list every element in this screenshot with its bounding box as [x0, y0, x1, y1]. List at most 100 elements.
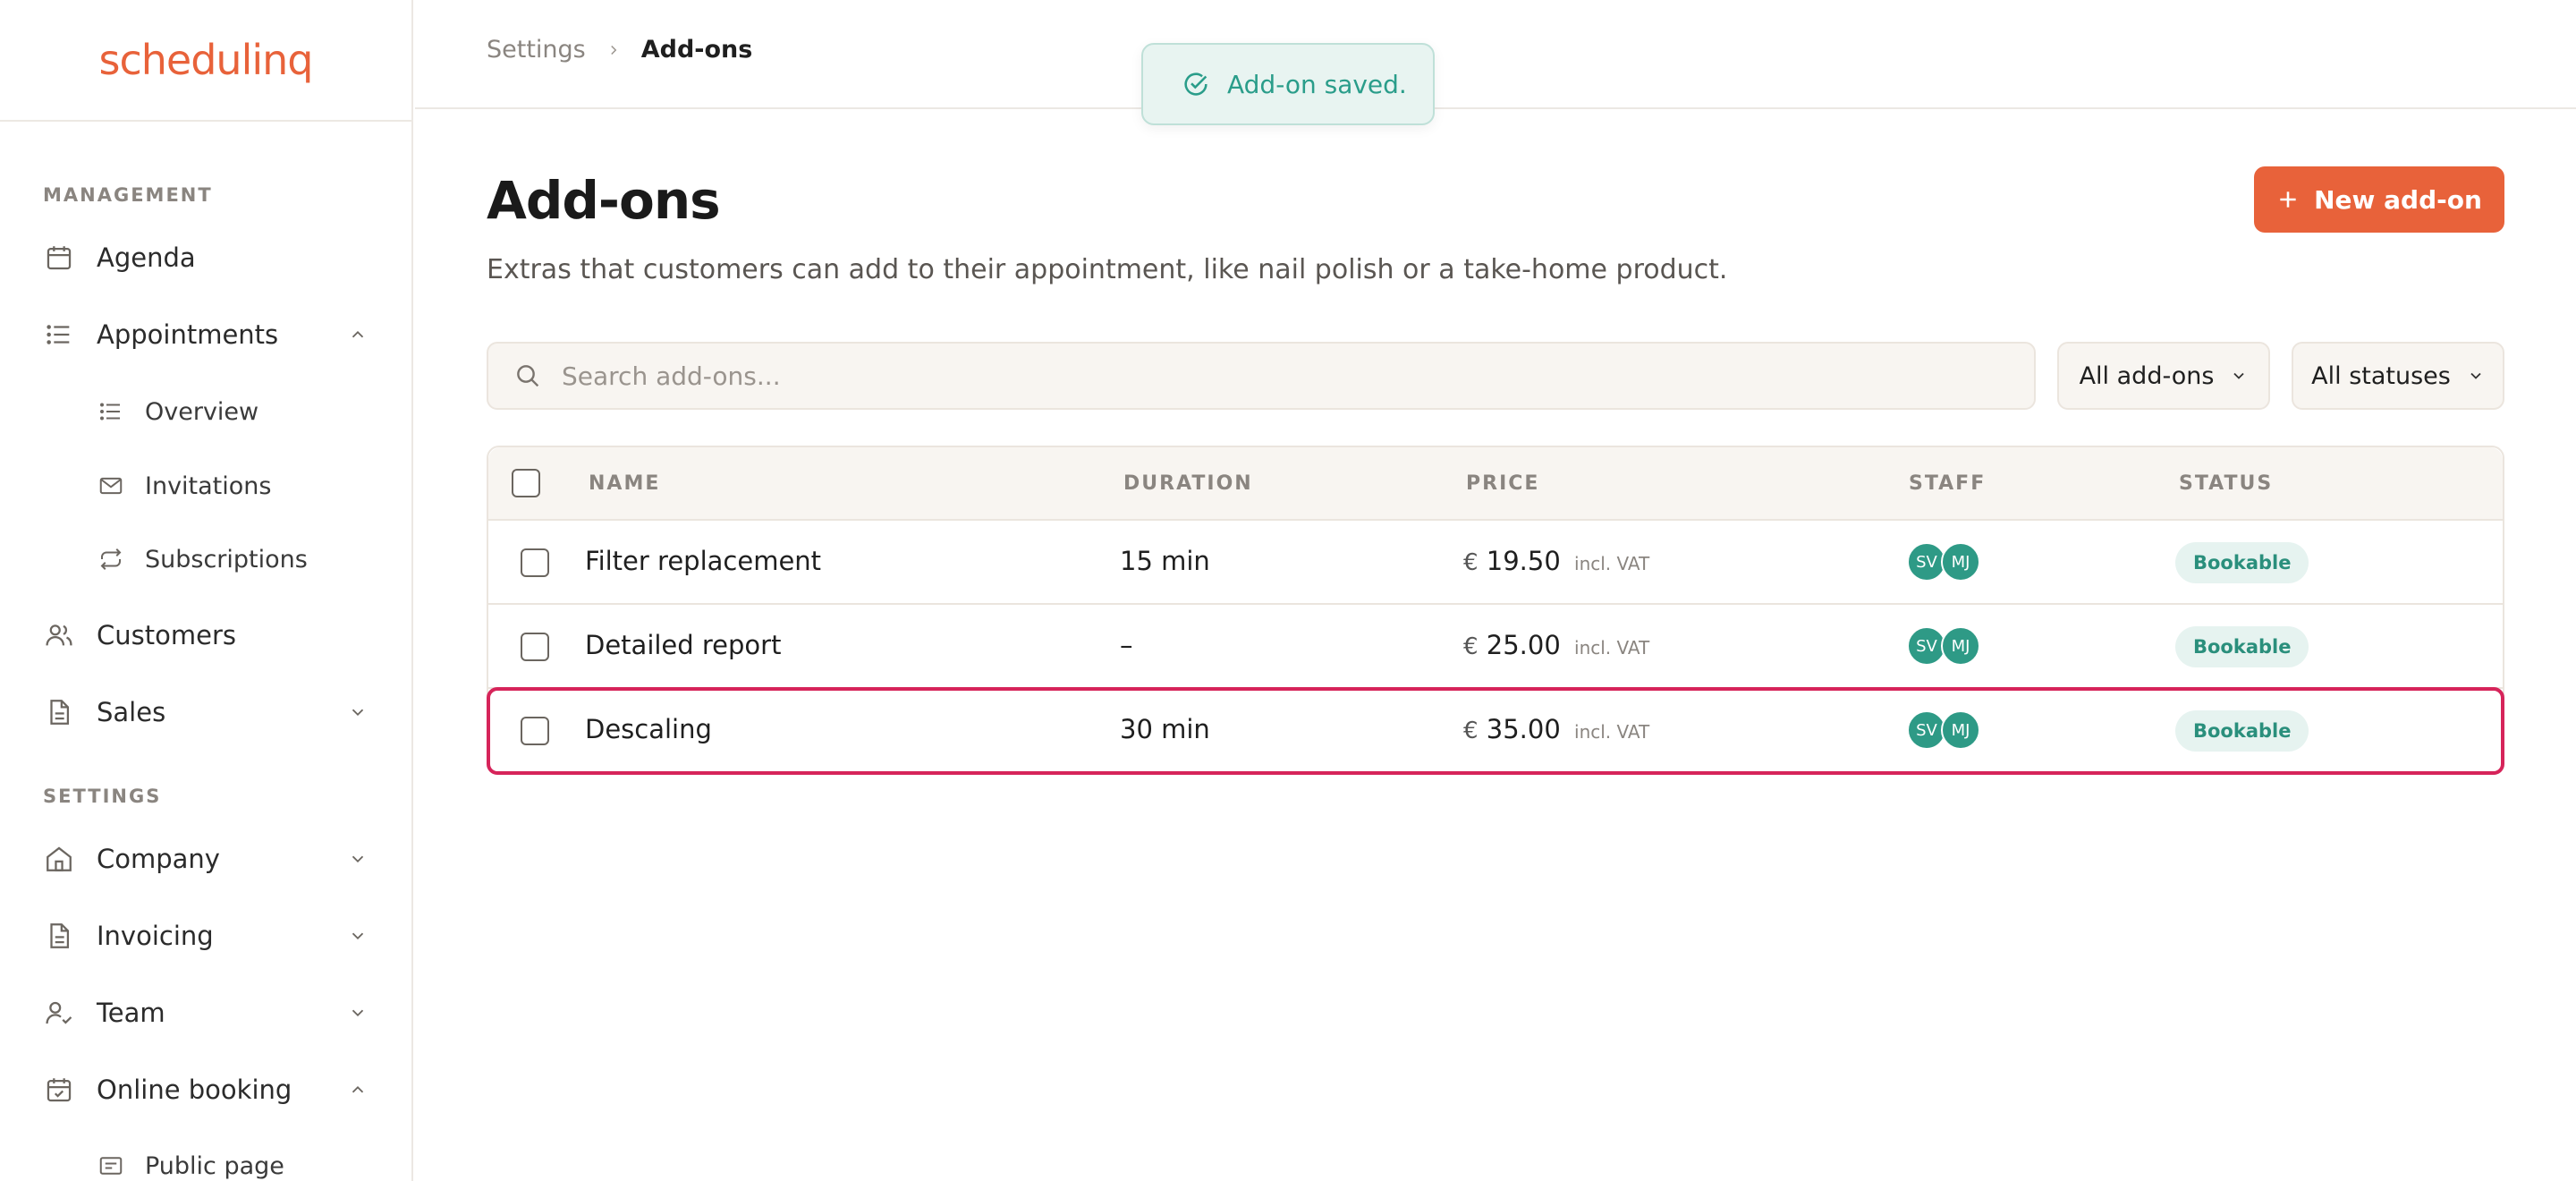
row-duration: 15 min — [1120, 546, 1210, 576]
home-icon — [43, 843, 75, 875]
user-check-icon — [43, 997, 75, 1029]
sidebar-item-appointments[interactable]: Appointments — [43, 310, 369, 360]
column-header-price[interactable]: PRICE — [1466, 472, 1539, 495]
chevron-down-icon — [2467, 367, 2485, 385]
chevron-down-icon[interactable] — [347, 1002, 369, 1024]
document-icon — [43, 696, 75, 728]
status-badge: Bookable — [2175, 710, 2309, 752]
staff-avatars: SV MJ — [1907, 710, 1980, 750]
sidebar-item-agenda[interactable]: Agenda — [43, 233, 369, 283]
sidebar-item-label: Public page — [145, 1151, 284, 1180]
sidebar-item-label: Subscriptions — [145, 545, 308, 574]
row-name: Detailed report — [585, 630, 782, 660]
price-value: 35.00 — [1486, 714, 1561, 744]
sidebar-item-invitations[interactable]: Invitations — [97, 461, 369, 511]
filter-status-dropdown[interactable]: All statuses — [2292, 342, 2504, 410]
sidebar-item-label: Customers — [97, 620, 236, 650]
card-icon — [97, 1151, 125, 1180]
new-add-on-button[interactable]: New add-on — [2254, 166, 2504, 233]
toast-message: Add-on saved. — [1227, 69, 1407, 99]
section-title-management: MANAGEMENT — [43, 184, 213, 206]
sidebar-item-online-booking[interactable]: Online booking — [43, 1065, 369, 1115]
search-icon — [513, 361, 542, 390]
logo[interactable]: schedulinq — [99, 36, 314, 84]
topbar: Settings Add-ons — [415, 0, 2576, 109]
mail-icon — [97, 472, 125, 500]
chevron-down-icon[interactable] — [347, 925, 369, 947]
chevron-up-icon[interactable] — [347, 324, 369, 345]
row-price: € 25.00 incl. VAT — [1463, 630, 1649, 660]
section-title-settings: SETTINGS — [43, 786, 162, 807]
list-icon — [97, 397, 125, 426]
check-circle-icon — [1181, 69, 1211, 99]
filter-status-value: All statuses — [2311, 361, 2451, 390]
row-name: Descaling — [585, 714, 712, 744]
sidebar-item-team[interactable]: Team — [43, 988, 369, 1038]
list-icon — [43, 319, 75, 351]
sidebar-item-label: Agenda — [97, 242, 196, 273]
row-price: € 35.00 incl. VAT — [1463, 714, 1649, 744]
sidebar-item-label: Invitations — [145, 472, 272, 500]
table-row[interactable]: Filter replacement 15 min € 19.50 incl. … — [488, 521, 2503, 605]
search-input[interactable] — [562, 361, 1903, 391]
sidebar-item-company[interactable]: Company — [43, 834, 369, 884]
sidebar-item-label: Sales — [97, 697, 166, 727]
toast-notification: Add-on saved. — [1141, 43, 1435, 125]
sidebar-item-subscriptions[interactable]: Subscriptions — [97, 534, 369, 584]
price-currency: € — [1463, 718, 1479, 744]
price-vat-note: incl. VAT — [1574, 721, 1650, 743]
status-badge: Bookable — [2175, 626, 2309, 667]
breadcrumb-settings-link[interactable]: Settings — [487, 36, 586, 64]
sidebar-item-overview[interactable]: Overview — [97, 387, 369, 437]
calendar-icon — [43, 242, 75, 274]
document-icon — [43, 920, 75, 952]
price-value: 19.50 — [1486, 546, 1561, 576]
logo-area: schedulinq — [0, 0, 411, 122]
select-all-checkbox[interactable] — [512, 469, 540, 497]
column-header-status[interactable]: STATUS — [2179, 472, 2273, 495]
add-ons-table: NAME DURATION PRICE STAFF STATUS Filter … — [487, 446, 2504, 775]
row-checkbox[interactable] — [521, 633, 549, 661]
table-header: NAME DURATION PRICE STAFF STATUS — [488, 447, 2503, 521]
sidebar-item-label: Overview — [145, 397, 259, 426]
sidebar-item-label: Online booking — [97, 1075, 292, 1105]
sidebar-item-label: Appointments — [97, 319, 279, 350]
new-add-on-label: New add-on — [2314, 184, 2482, 215]
table-row[interactable]: Descaling 30 min € 35.00 incl. VAT SV MJ… — [487, 687, 2504, 775]
chevron-right-icon — [606, 42, 622, 58]
column-header-name[interactable]: NAME — [589, 472, 660, 495]
page-title: Add-ons — [487, 170, 721, 231]
column-header-duration[interactable]: DURATION — [1123, 472, 1253, 495]
staff-avatars: SV MJ — [1907, 626, 1980, 666]
avatar[interactable]: MJ — [1941, 542, 1980, 582]
staff-avatars: SV MJ — [1907, 542, 1980, 582]
calendar-check-icon — [43, 1074, 75, 1106]
table-row[interactable]: Detailed report – € 25.00 incl. VAT SV M… — [488, 605, 2503, 689]
row-checkbox[interactable] — [521, 548, 549, 577]
row-checkbox[interactable] — [521, 717, 549, 745]
column-header-staff: STAFF — [1909, 472, 1987, 495]
row-duration: 30 min — [1120, 714, 1210, 744]
search-box — [487, 342, 2036, 410]
price-currency: € — [1463, 549, 1479, 576]
avatar[interactable]: MJ — [1941, 626, 1980, 666]
sidebar-item-invoicing[interactable]: Invoicing — [43, 911, 369, 961]
sidebar-item-label: Company — [97, 844, 220, 874]
sidebar: schedulinq MANAGEMENT Agenda Appointment… — [0, 0, 413, 1181]
chevron-down-icon — [2230, 367, 2248, 385]
price-vat-note: incl. VAT — [1574, 553, 1650, 574]
sidebar-item-public-page[interactable]: Public page — [97, 1141, 369, 1181]
avatar[interactable]: MJ — [1941, 710, 1980, 750]
sidebar-item-customers[interactable]: Customers — [43, 610, 369, 660]
filter-type-value: All add-ons — [2079, 361, 2215, 390]
filter-type-dropdown[interactable]: All add-ons — [2057, 342, 2270, 410]
sidebar-item-sales[interactable]: Sales — [43, 687, 369, 737]
chevron-down-icon[interactable] — [347, 701, 369, 723]
chevron-down-icon[interactable] — [347, 848, 369, 870]
users-icon — [43, 619, 75, 651]
sidebar-item-label: Team — [97, 998, 165, 1028]
repeat-icon — [97, 545, 125, 574]
chevron-up-icon[interactable] — [347, 1079, 369, 1100]
breadcrumb: Settings Add-ons — [487, 36, 752, 64]
price-currency: € — [1463, 633, 1479, 660]
